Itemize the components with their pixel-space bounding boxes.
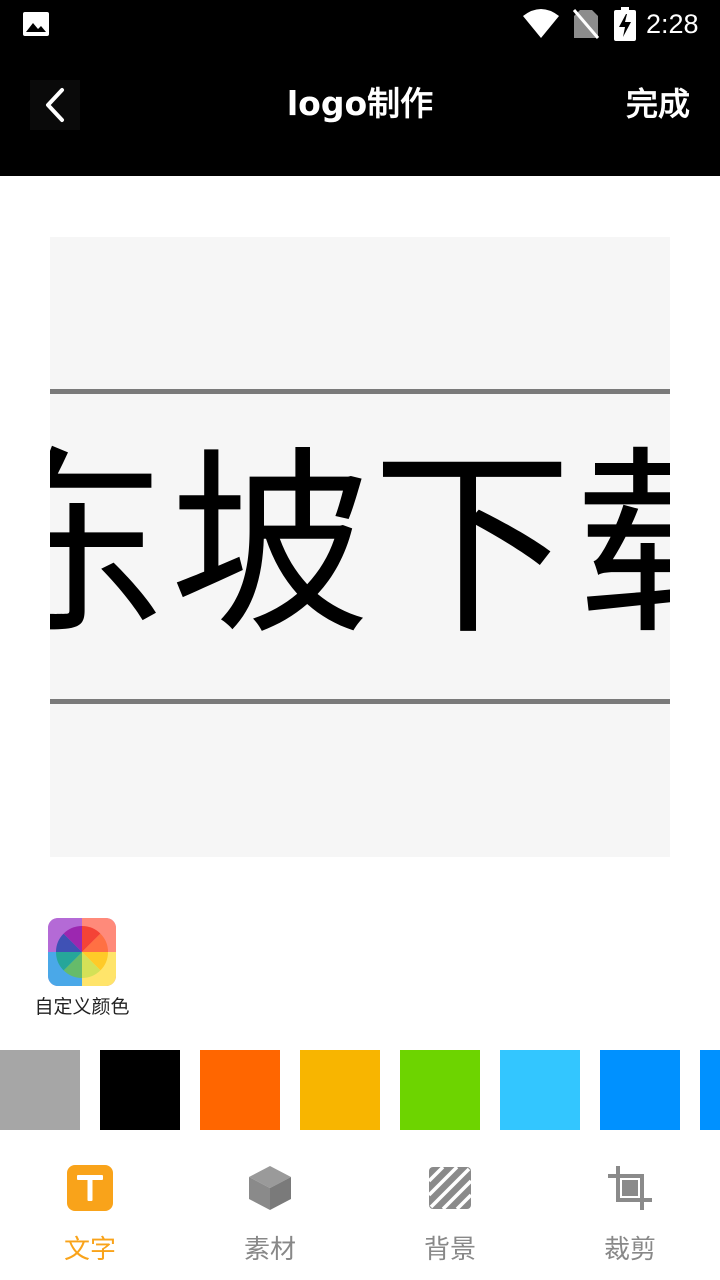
battery-charging-icon [614, 7, 636, 41]
color-swatch[interactable] [100, 1050, 180, 1130]
page-title: logo制作 [286, 84, 434, 123]
app-bar: logo制作 完成 [0, 48, 720, 176]
tab-label: 素材 [243, 1235, 296, 1265]
cube-icon [249, 1166, 291, 1210]
color-swatch[interactable] [500, 1050, 580, 1130]
color-wheel-icon [48, 918, 116, 986]
tab-label: 文字 [63, 1235, 116, 1265]
tab-crop[interactable]: 裁剪 [540, 1140, 720, 1280]
done-button[interactable]: 完成 [626, 82, 690, 126]
custom-color-button[interactable] [48, 918, 116, 986]
color-swatch[interactable] [400, 1050, 480, 1130]
logo-text: 东坡下载 [50, 430, 670, 663]
logo-text-box[interactable]: 东坡下载 [50, 407, 670, 687]
bottom-tab-bar: 文字 素材 背景 裁剪 [0, 1140, 720, 1280]
status-bar: 2:28 [0, 0, 720, 48]
text-box-bottom-border [50, 699, 670, 704]
wifi-icon [523, 9, 559, 38]
status-time: 2:28 [646, 9, 699, 39]
logo-canvas[interactable]: 东坡下载 [50, 237, 670, 857]
color-swatch[interactable] [300, 1050, 380, 1130]
gallery-icon [23, 12, 49, 36]
no-sim-icon [572, 9, 600, 39]
color-swatches [0, 1050, 720, 1130]
background-pattern-icon [427, 1165, 473, 1211]
tab-label: 裁剪 [603, 1235, 656, 1265]
color-swatch[interactable] [200, 1050, 280, 1130]
color-swatch[interactable] [0, 1050, 80, 1130]
tab-label: 背景 [423, 1235, 476, 1265]
color-swatch[interactable] [600, 1050, 680, 1130]
tab-text[interactable]: 文字 [0, 1140, 180, 1280]
tab-background[interactable]: 背景 [360, 1140, 540, 1280]
color-swatch[interactable] [700, 1050, 720, 1130]
text-box-top-border [50, 389, 670, 394]
text-icon [67, 1165, 113, 1211]
custom-color-label: 自定义颜色 [34, 996, 130, 1018]
crop-icon [608, 1166, 652, 1210]
tab-material[interactable]: 素材 [180, 1140, 360, 1280]
